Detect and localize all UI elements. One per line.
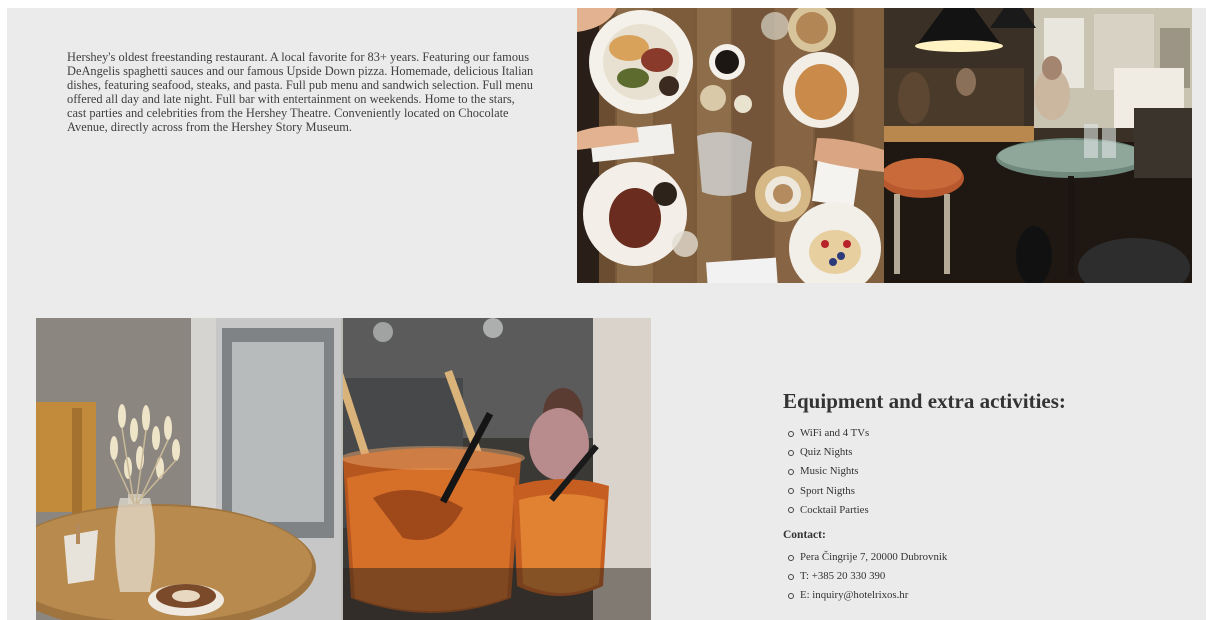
- list-item: WiFi and 4 TVs: [788, 424, 1183, 443]
- activities-list: WiFi and 4 TVs Quiz Nights Music Nights …: [783, 424, 1183, 520]
- circle-bullet-icon: [788, 488, 794, 495]
- list-item: Cocktail Parties: [788, 501, 1183, 520]
- list-item: Music Nights: [788, 462, 1183, 481]
- circle-bullet-icon: [788, 554, 794, 561]
- circle-bullet-icon: [788, 593, 794, 600]
- circle-bullet-icon: [788, 573, 794, 580]
- contact-list: Pera Čingrije 7, 20000 Dubrovnik T: +385…: [783, 548, 1183, 606]
- contact-email[interactable]: E: inquiry@hotelrixos.hr: [788, 586, 1183, 605]
- contact-address: Pera Čingrije 7, 20000 Dubrovnik: [788, 548, 1183, 567]
- breakfast-table-photo: [577, 8, 884, 283]
- activities-section: Equipment and extra activities: WiFi and…: [783, 388, 1183, 606]
- bar-interior-photo: [884, 8, 1192, 283]
- list-item: Quiz Nights: [788, 443, 1183, 462]
- list-item: Sport Nigths: [788, 482, 1183, 501]
- circle-bullet-icon: [788, 449, 794, 456]
- coffee-table-photo: [36, 318, 343, 620]
- circle-bullet-icon: [788, 430, 794, 437]
- content-section: Hershey's oldest freestanding restaurant…: [7, 8, 1206, 620]
- contact-phone: T: +385 20 330 390: [788, 567, 1183, 586]
- circle-bullet-icon: [788, 507, 794, 514]
- restaurant-description: Hershey's oldest freestanding restaurant…: [67, 50, 534, 134]
- circle-bullet-icon: [788, 469, 794, 475]
- activities-heading: Equipment and extra activities:: [783, 389, 1066, 413]
- cocktails-photo: [343, 318, 651, 620]
- contact-heading: Contact:: [783, 529, 826, 542]
